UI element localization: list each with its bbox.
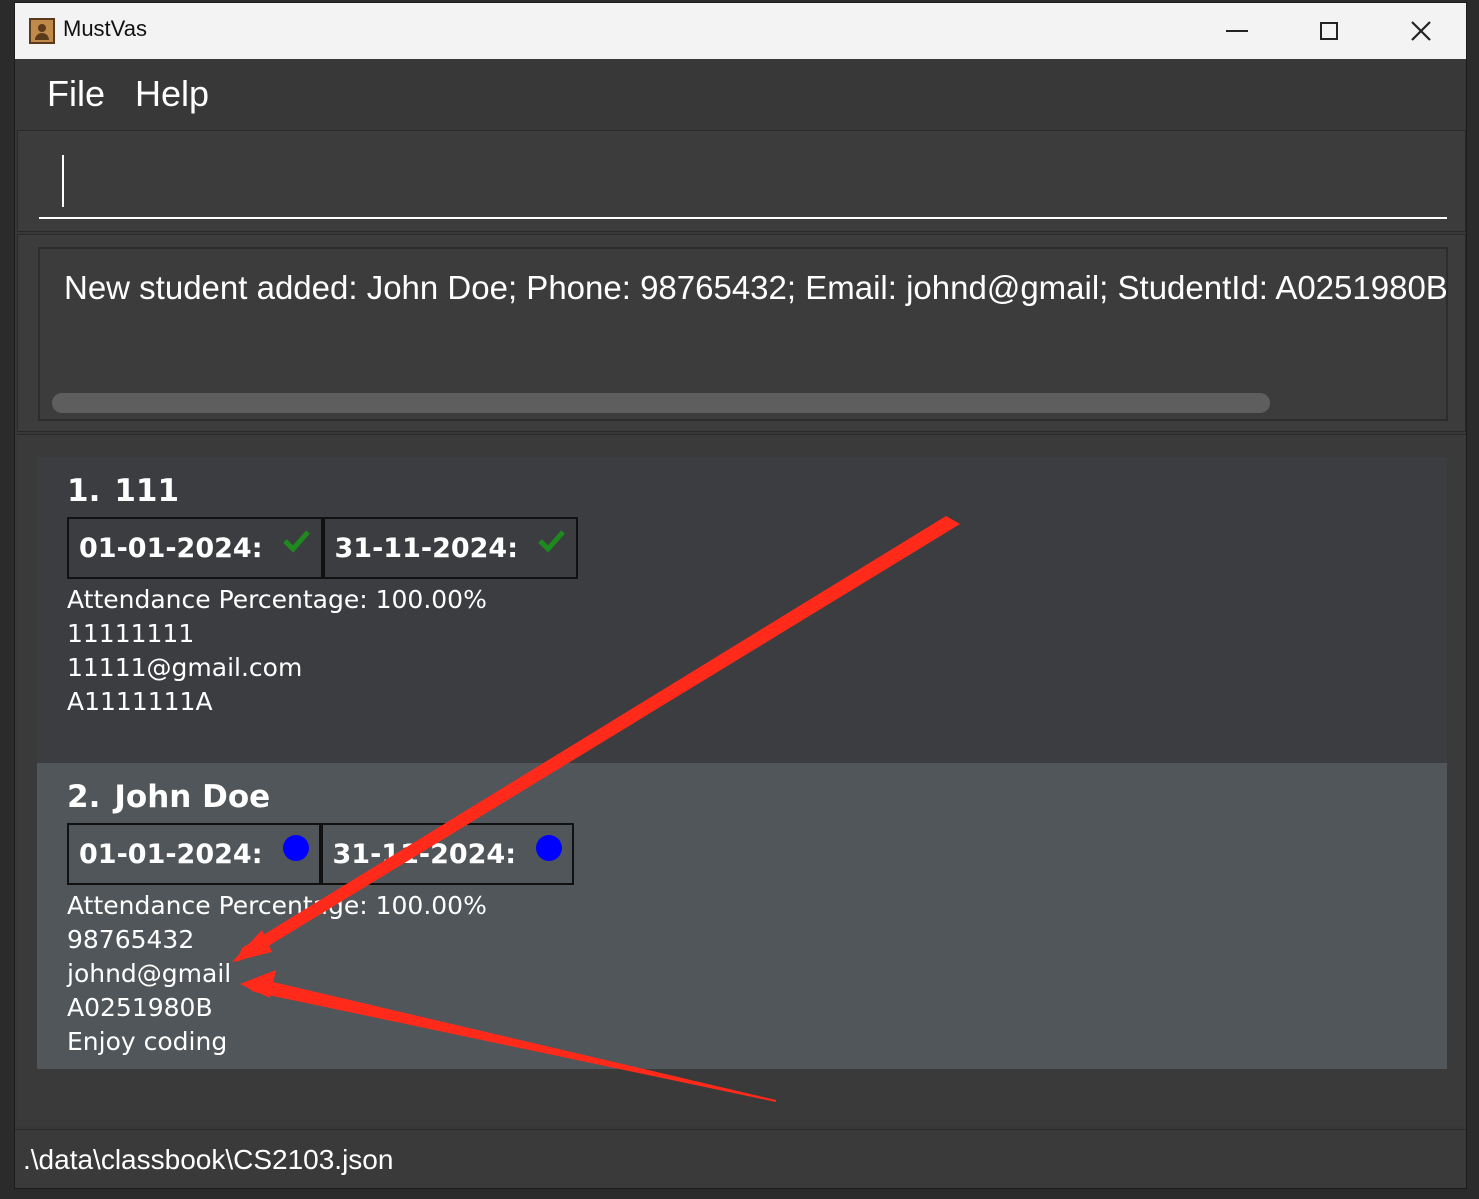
title-bar[interactable]: MustVas xyxy=(15,3,1466,59)
attendance-tag: 01-01-2024: xyxy=(67,823,321,885)
student-card-selected[interactable]: 2. John Doe 01-01-2024: 31-11-2024: Atten… xyxy=(37,763,1447,1069)
student-email: 11111@gmail.com xyxy=(67,653,303,682)
app-window: MustVas File Help New student added: Joh… xyxy=(14,2,1467,1189)
result-display-panel: New student added: John Doe; Phone: 9876… xyxy=(17,234,1466,432)
maximize-icon xyxy=(1320,22,1338,40)
attendance-tags: 01-01-2024: 31-11-2024: xyxy=(67,823,575,885)
minimize-button[interactable] xyxy=(1191,3,1283,59)
attendance-tag: 31-11-2024: xyxy=(322,517,579,579)
menu-help[interactable]: Help xyxy=(135,73,209,115)
dot-icon xyxy=(536,835,563,861)
student-details: Attendance Percentage: 100.00% 98765432 … xyxy=(67,889,487,1059)
text-caret xyxy=(62,155,64,207)
attendance-tags: 01-01-2024: 31-11-2024: xyxy=(67,517,579,579)
student-phone: 98765432 xyxy=(67,925,195,954)
close-button[interactable] xyxy=(1375,3,1466,59)
menu-bar: File Help xyxy=(15,59,1466,129)
student-id: A0251980B xyxy=(67,993,213,1022)
attendance-tag: 31-11-2024: xyxy=(320,823,575,885)
result-display[interactable]: New student added: John Doe; Phone: 9876… xyxy=(38,247,1448,421)
dot-icon xyxy=(282,835,309,861)
window-title: MustVas xyxy=(63,16,147,41)
command-input[interactable] xyxy=(39,149,1447,219)
result-message: New student added: John Doe; Phone: 9876… xyxy=(64,269,1448,306)
maximize-button[interactable] xyxy=(1283,3,1375,59)
student-description: Enjoy coding xyxy=(67,1027,228,1056)
student-list[interactable]: 1. 111 01-01-2024: 31-11-2024: Attendanc… xyxy=(17,434,1466,1126)
attendance-percentage: Attendance Percentage: 100.00% xyxy=(67,585,487,614)
student-phone: 11111111 xyxy=(67,619,195,648)
student-details: Attendance Percentage: 100.00% 11111111 … xyxy=(67,583,487,719)
minimize-icon xyxy=(1226,30,1248,32)
student-id: A1111111A xyxy=(67,687,213,716)
check-icon xyxy=(538,530,565,553)
student-email: johnd@gmail xyxy=(67,959,232,988)
close-icon xyxy=(1411,21,1431,41)
app-contact-icon xyxy=(29,18,55,44)
menu-file[interactable]: File xyxy=(47,73,105,115)
student-name: 1. 111 xyxy=(67,473,180,509)
command-box-panel xyxy=(17,130,1466,232)
attendance-percentage: Attendance Percentage: 100.00% xyxy=(67,891,487,920)
student-card[interactable]: 1. 111 01-01-2024: 31-11-2024: Attendanc… xyxy=(37,457,1447,763)
save-file-path: .\data\classbook\CS2103.json xyxy=(23,1144,394,1175)
status-bar: .\data\classbook\CS2103.json xyxy=(15,1129,1466,1188)
attendance-tag: 01-01-2024: xyxy=(67,517,323,579)
horizontal-scrollbar[interactable] xyxy=(52,393,1270,413)
check-icon xyxy=(282,530,310,553)
student-name: 2. John Doe xyxy=(67,779,271,815)
